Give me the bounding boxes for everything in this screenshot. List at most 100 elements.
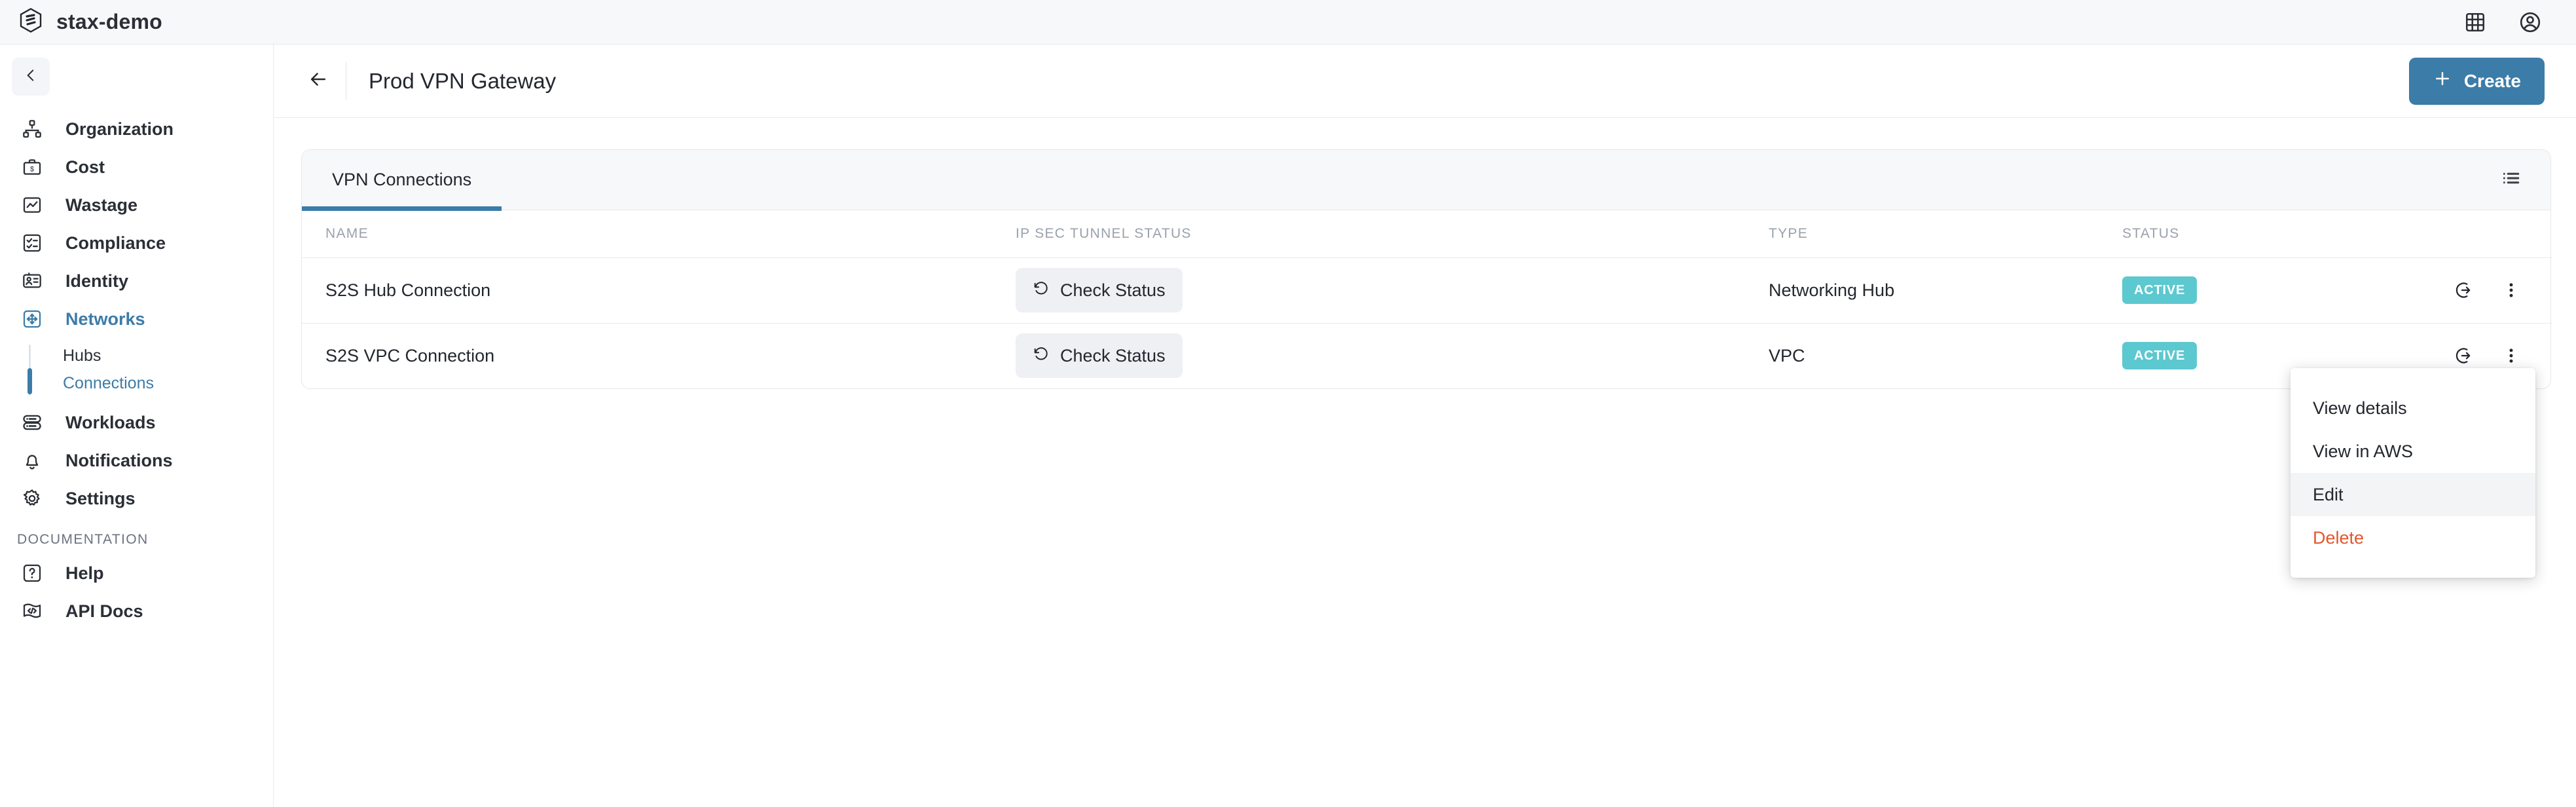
sidebar-item-label: Help — [65, 563, 104, 583]
sidebar-item-identity[interactable]: Identity — [0, 262, 273, 300]
brand[interactable]: stax-demo — [0, 8, 162, 36]
sidebar-item-help[interactable]: Help — [0, 554, 273, 592]
menu-item-label: View in AWS — [2313, 441, 2414, 461]
server-stack-icon — [17, 412, 47, 433]
sidebar-item-settings[interactable]: Settings — [0, 479, 273, 517]
menu-item-delete[interactable]: Delete — [2291, 516, 2535, 559]
top-bar: stax-demo — [0, 0, 2576, 45]
stax-hex-logo-icon — [20, 8, 42, 36]
sidebar-item-compliance[interactable]: Compliance — [0, 224, 273, 262]
main-content: VPN Connections NAME IP SEC TUNNEL STATU… — [274, 118, 2576, 807]
cell-name: S2S VPC Connection — [325, 345, 495, 366]
vpn-connections-card: VPN Connections NAME IP SEC TUNNEL STATU… — [301, 149, 2552, 389]
sidebar-collapse-button[interactable] — [12, 58, 50, 96]
row-actions — [2397, 276, 2552, 305]
sidebar-item-label: API Docs — [65, 601, 143, 621]
cell-tunnel-status: Check Status — [1016, 323, 1769, 388]
sidebar-item-label: Wastage — [65, 195, 138, 215]
more-vertical-icon[interactable] — [2497, 341, 2526, 370]
sidebar-subitem-connections[interactable]: Connections — [29, 369, 273, 397]
tab-vpn-connections[interactable]: VPN Connections — [302, 150, 502, 211]
code-flag-icon — [17, 601, 47, 622]
check-status-label: Check Status — [1060, 345, 1166, 366]
sidebar-item-label: Notifications — [65, 450, 173, 470]
brand-name: stax-demo — [56, 10, 162, 33]
sidebar-item-networks[interactable]: Networks — [0, 300, 273, 338]
sidebar-section-documentation: DOCUMENTATION — [17, 532, 149, 547]
id-card-icon — [17, 271, 47, 291]
cell-actions — [2397, 257, 2552, 323]
row-actions — [2397, 341, 2552, 370]
refresh-ccw-icon — [1033, 345, 1050, 367]
sidebar-item-cost[interactable]: $ Cost — [0, 148, 273, 186]
table-head: NAME IP SEC TUNNEL STATUS TYPE STATUS — [302, 210, 2552, 257]
cell-name: S2S Hub Connection — [325, 280, 491, 300]
create-button-label: Create — [2463, 70, 2521, 91]
sidebar-item-label: Identity — [65, 271, 129, 291]
sidebar-subitem-hubs[interactable]: Hubs — [29, 342, 273, 369]
sidebar-item-wastage[interactable]: Wastage — [0, 186, 273, 224]
list-view-button[interactable] — [2501, 168, 2550, 192]
gear-icon — [17, 488, 47, 509]
check-status-button[interactable]: Check Status — [1016, 268, 1183, 312]
arrow-into-circle-icon[interactable] — [2450, 341, 2478, 370]
refresh-ccw-icon — [1033, 280, 1050, 301]
page-title: Prod VPN Gateway — [369, 68, 557, 93]
chevron-left-icon — [22, 67, 39, 87]
arrow-into-circle-icon[interactable] — [2450, 276, 2478, 305]
sidebar-item-label: Settings — [65, 488, 136, 508]
sidebar-subitem-label: Hubs — [63, 346, 101, 365]
move-arrows-square-icon — [17, 309, 47, 329]
sidebar-subnav-networks: Hubs Connections — [0, 342, 273, 397]
sidebar-item-label: Organization — [65, 119, 174, 139]
create-button[interactable]: Create — [2408, 57, 2545, 105]
sidebar-item-notifications[interactable]: Notifications — [0, 441, 273, 479]
sidebar-item-label: Compliance — [65, 233, 166, 253]
subnav-active-indicator — [28, 368, 32, 394]
check-status-button[interactable]: Check Status — [1016, 333, 1183, 379]
top-bar-actions — [2461, 8, 2576, 37]
sidebar-item-label: Cost — [65, 157, 105, 177]
org-chart-icon — [17, 119, 47, 140]
list-view-icon — [2501, 168, 2522, 192]
sidebar-item-api-docs[interactable]: API Docs — [0, 592, 273, 630]
apps-grid-icon[interactable] — [2461, 8, 2490, 37]
sidebar-nav: Organization $ Cost Wastage Compliance I… — [0, 110, 273, 630]
cell-type: VPC — [1769, 345, 1805, 366]
sidebar: Organization $ Cost Wastage Compliance I… — [0, 45, 274, 807]
chart-square-icon — [17, 195, 47, 216]
column-header-ipsec-tunnel-status: IP SEC TUNNEL STATUS — [1016, 225, 1192, 241]
status-badge: ACTIVE — [2122, 276, 2198, 304]
table-row[interactable]: S2S VPC Connection Check Status VPC ACTI… — [302, 323, 2552, 388]
briefcase-dollar-icon: $ — [17, 157, 47, 178]
menu-item-view-details[interactable]: View details — [2291, 386, 2535, 430]
menu-item-label: View details — [2313, 398, 2407, 418]
more-vertical-icon[interactable] — [2497, 276, 2526, 305]
sidebar-item-workloads[interactable]: Workloads — [0, 404, 273, 441]
menu-item-label: Edit — [2313, 484, 2344, 504]
cell-type: Networking Hub — [1769, 280, 1895, 300]
menu-item-view-in-aws[interactable]: View in AWS — [2291, 430, 2535, 473]
table-header-row: NAME IP SEC TUNNEL STATUS TYPE STATUS — [302, 210, 2552, 257]
status-badge: ACTIVE — [2122, 342, 2198, 370]
row-context-menu: View details View in AWS Edit Delete — [2291, 368, 2535, 578]
cell-tunnel-status: Check Status — [1016, 257, 1769, 323]
column-header-actions — [2397, 210, 2552, 257]
page-header: Prod VPN Gateway Create — [274, 45, 2576, 118]
account-circle-icon[interactable] — [2516, 8, 2545, 37]
column-header-status: STATUS — [2122, 225, 2180, 241]
back-button[interactable] — [300, 63, 337, 100]
menu-item-edit[interactable]: Edit — [2291, 473, 2535, 516]
arrow-left-icon — [307, 68, 329, 94]
plus-icon — [2433, 69, 2452, 93]
vpn-connections-table: NAME IP SEC TUNNEL STATUS TYPE STATUS S2… — [302, 210, 2552, 388]
menu-item-label: Delete — [2313, 527, 2364, 548]
table-body: S2S Hub Connection Check Status Networki… — [302, 257, 2552, 388]
column-header-type: TYPE — [1769, 225, 1809, 241]
sidebar-item-organization[interactable]: Organization — [0, 110, 273, 148]
sidebar-subitem-label: Connections — [63, 373, 154, 392]
check-status-label: Check Status — [1060, 280, 1166, 300]
table-row[interactable]: S2S Hub Connection Check Status Networki… — [302, 257, 2552, 323]
bell-icon — [17, 450, 47, 471]
tab-label: VPN Connections — [332, 170, 472, 189]
